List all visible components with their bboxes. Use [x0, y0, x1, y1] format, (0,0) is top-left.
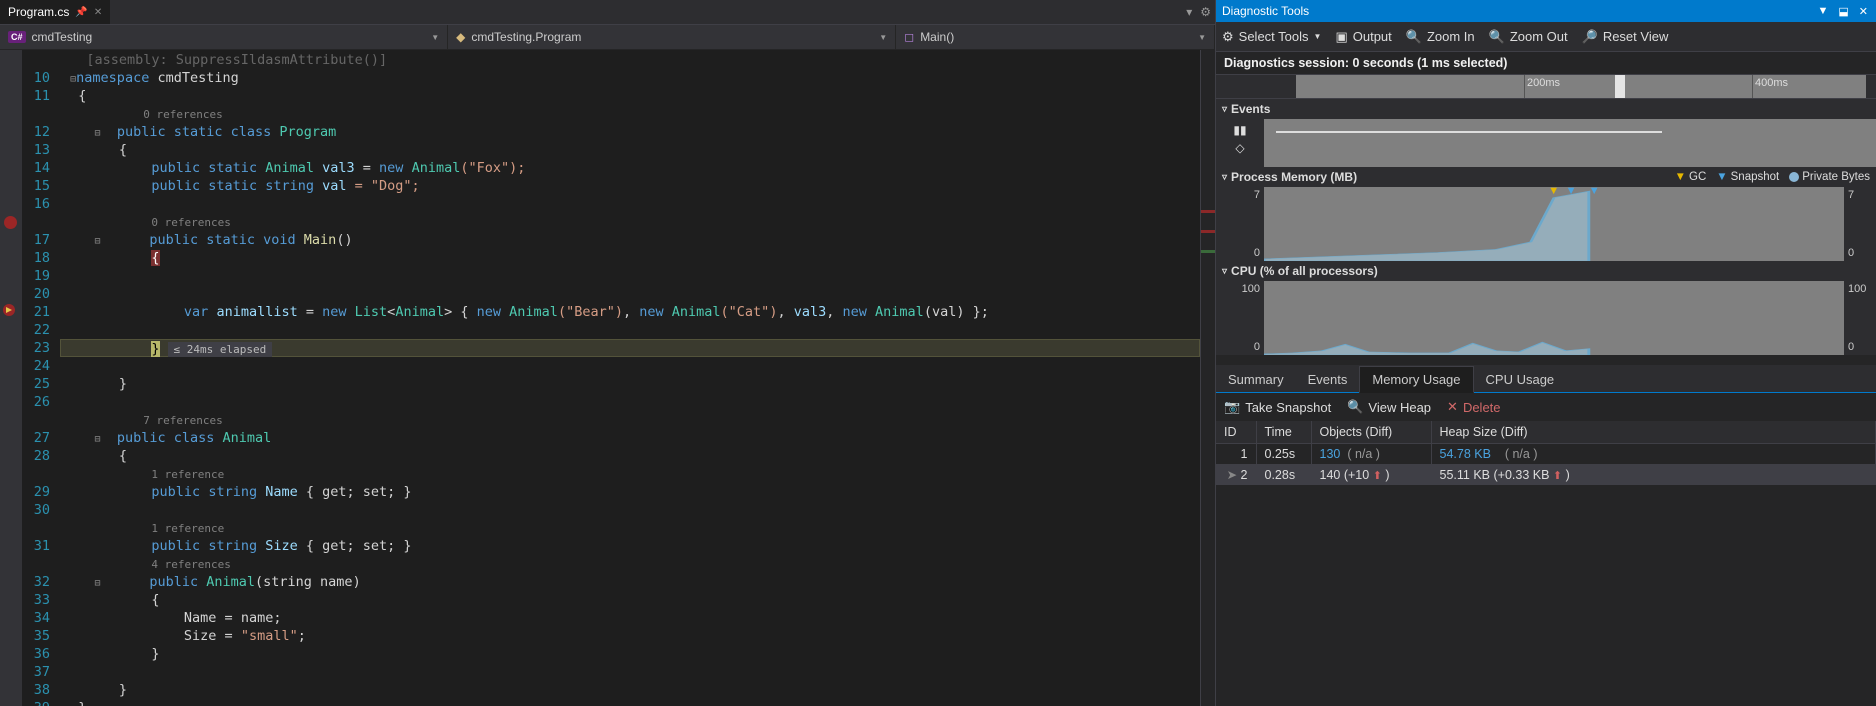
result-tabs: Summary Events Memory Usage CPU Usage	[1216, 365, 1876, 393]
csharp-icon: C#	[8, 31, 26, 43]
line-number-gutter: 10 11 12 13 14 15 16 17 18 19 20 21 22 2…	[22, 50, 60, 706]
private-bytes-marker-icon	[1789, 172, 1799, 182]
timeline-tick: 200ms	[1524, 75, 1560, 98]
pin-icon[interactable]: 📌	[75, 7, 87, 18]
zoom-in-button[interactable]: 🔍 Zoom In	[1406, 29, 1475, 45]
timeline-cursor[interactable]	[1615, 75, 1625, 98]
take-snapshot-button[interactable]: 📷 Take Snapshot	[1224, 399, 1331, 415]
nav-bar: C# cmdTesting ▼ ◆ cmdTesting.Program ▼ ◻…	[0, 25, 1215, 50]
current-line-arrow-icon	[2, 303, 18, 319]
tab-summary[interactable]: Summary	[1216, 367, 1296, 392]
collapse-icon: ▿	[1222, 172, 1227, 183]
output-button[interactable]: ▣ Output	[1335, 29, 1391, 45]
class-icon: ◆	[456, 30, 465, 44]
minimap[interactable]	[1200, 50, 1215, 706]
elapsed-badge: ≤ 24ms elapsed	[168, 342, 273, 357]
nav-class[interactable]: ◆ cmdTesting.Program ▼	[448, 25, 896, 49]
close-tab-icon[interactable]: ✕	[94, 7, 102, 18]
tab-overflow-icon[interactable]: ▾	[1186, 5, 1192, 19]
file-tab-program[interactable]: Program.cs 📌 ✕	[0, 0, 110, 24]
zoom-out-icon: 🔍	[1489, 29, 1505, 45]
snapshot-marker: ▼	[1566, 187, 1577, 197]
view-heap-button[interactable]: 🔍 View Heap	[1347, 399, 1431, 415]
select-tools-button[interactable]: ⚙ Select Tools ▼	[1222, 29, 1321, 45]
diagnostic-tools-pane: Diagnostic Tools ▼ ⬓ ✕ ⚙ Select Tools ▼ …	[1215, 0, 1876, 706]
events-chart[interactable]	[1264, 119, 1876, 167]
gear-icon: ⚙	[1222, 29, 1234, 45]
timeline-ruler[interactable]: 200ms 400ms	[1216, 75, 1876, 99]
table-row[interactable]: 1 0.25s 130 ( n/a ) 54.78 KB ( n/a )	[1216, 444, 1876, 465]
diag-toolbar: ⚙ Select Tools ▼ ▣ Output 🔍 Zoom In 🔍 Zo…	[1216, 22, 1876, 52]
search-icon: 🔍	[1347, 399, 1363, 415]
breakpoint-marker[interactable]	[4, 216, 17, 229]
tab-memory-usage[interactable]: Memory Usage	[1359, 366, 1473, 393]
editor-pane: Program.cs 📌 ✕ ▾ ⚙ C# cmdTesting ▼ ◆ cmd…	[0, 0, 1215, 706]
gc-marker: ▼	[1548, 187, 1559, 197]
window-dropdown-icon[interactable]: ▼	[1815, 5, 1830, 18]
cpu-header[interactable]: ▿ CPU (% of all processors)	[1216, 261, 1876, 281]
table-row[interactable]: ➤ 2 0.28s 140 (+10 ⬆ ) 55.11 KB (+0.33 K…	[1216, 464, 1876, 485]
snapshot-marker-icon: ▼	[1716, 171, 1727, 183]
events-header[interactable]: ▿ Events	[1216, 99, 1876, 119]
file-tab-label: Program.cs	[8, 5, 69, 19]
pin-icon[interactable]: ⬓	[1836, 5, 1850, 18]
session-info: Diagnostics session: 0 seconds (1 ms sel…	[1216, 52, 1876, 75]
memory-chart[interactable]: ▼ ▼ ▼	[1264, 187, 1844, 261]
nav-method-label: Main()	[920, 30, 954, 44]
current-row-icon: ➤	[1227, 468, 1237, 482]
collapse-icon: ▿	[1222, 104, 1227, 115]
code-area[interactable]: 10 11 12 13 14 15 16 17 18 19 20 21 22 2…	[0, 50, 1215, 706]
close-icon[interactable]: ✕	[1857, 5, 1870, 18]
tab-settings-icon[interactable]: ⚙	[1200, 5, 1211, 19]
breakpoint-gutter[interactable]	[0, 50, 22, 706]
method-icon: ◻	[904, 30, 914, 44]
file-tab-bar: Program.cs 📌 ✕ ▾ ⚙	[0, 0, 1215, 25]
diag-title-text: Diagnostic Tools	[1222, 4, 1309, 18]
increase-icon: ⬆	[1553, 470, 1562, 482]
snapshot-table: ID Time Objects (Diff) Heap Size (Diff) …	[1216, 421, 1876, 485]
nav-scope[interactable]: C# cmdTesting ▼	[0, 25, 448, 49]
col-id[interactable]: ID	[1216, 421, 1256, 444]
zoom-in-icon: 🔍	[1406, 29, 1422, 45]
chevron-down-icon: ▼	[431, 33, 439, 42]
tab-events[interactable]: Events	[1296, 367, 1360, 392]
col-time[interactable]: Time	[1256, 421, 1311, 444]
col-heap[interactable]: Heap Size (Diff)	[1431, 421, 1876, 444]
output-icon: ▣	[1335, 29, 1347, 45]
reset-icon: 🔎	[1582, 29, 1598, 45]
cpu-chart[interactable]	[1264, 281, 1844, 355]
reset-view-button[interactable]: 🔎 Reset View	[1582, 29, 1669, 45]
code-content[interactable]: [assembly: SuppressIldasmAttribute()] ⊟n…	[60, 50, 1200, 706]
increase-icon: ⬆	[1373, 470, 1382, 482]
chevron-down-icon: ▼	[879, 33, 887, 42]
collapse-icon: ▿	[1222, 266, 1227, 277]
nav-class-label: cmdTesting.Program	[471, 30, 581, 44]
camera-icon: 📷	[1224, 399, 1240, 415]
snapshot-toolbar: 📷 Take Snapshot 🔍 View Heap ✕ Delete	[1216, 393, 1876, 421]
nav-scope-label: cmdTesting	[32, 30, 93, 44]
tab-cpu-usage[interactable]: CPU Usage	[1474, 367, 1567, 392]
gc-marker-icon: ▼	[1675, 171, 1686, 183]
delete-button[interactable]: ✕ Delete	[1447, 399, 1500, 415]
close-icon: ✕	[1447, 399, 1458, 415]
chevron-down-icon: ▼	[1198, 33, 1206, 42]
intellitrace-event-icon: ◇	[1233, 141, 1247, 155]
timeline-tick: 400ms	[1752, 75, 1788, 98]
zoom-out-button[interactable]: 🔍 Zoom Out	[1489, 29, 1568, 45]
col-objects[interactable]: Objects (Diff)	[1311, 421, 1431, 444]
nav-method[interactable]: ◻ Main() ▼	[896, 25, 1215, 49]
diag-title-bar: Diagnostic Tools ▼ ⬓ ✕	[1216, 0, 1876, 22]
snapshot-marker: ▼	[1589, 187, 1600, 197]
memory-header[interactable]: ▿ Process Memory (MB) ▼GC ▼Snapshot Priv…	[1216, 167, 1876, 187]
breakpoint-event-icon: ▮▮	[1233, 123, 1247, 137]
